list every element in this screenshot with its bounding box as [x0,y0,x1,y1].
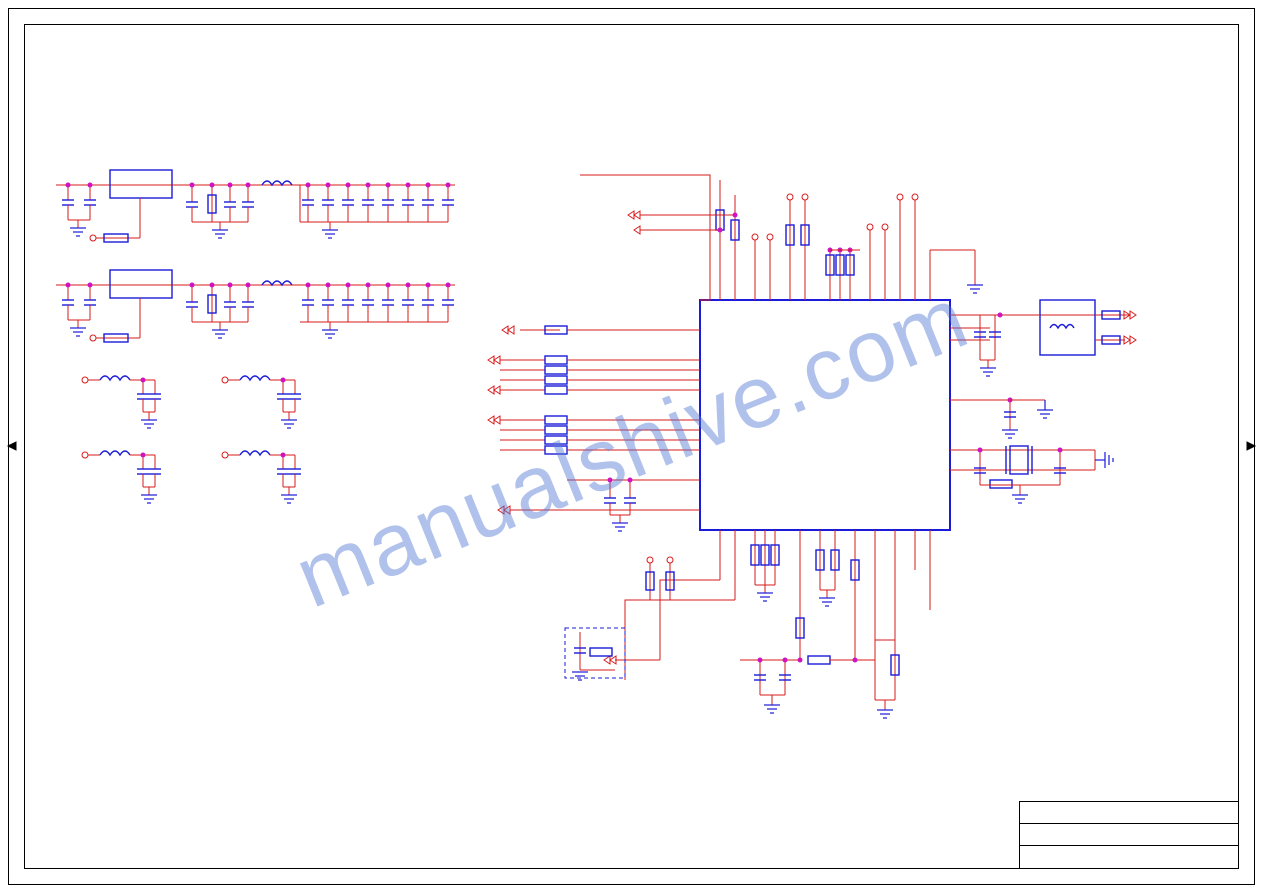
ic-top-io [580,175,983,300]
title-block [1019,801,1239,869]
cap [84,185,96,220]
title-block-row [1020,846,1238,868]
ic-left-io [488,326,700,531]
title-block-row [1020,802,1238,824]
frame-ticks [8,442,1255,450]
power-regulator-1 [56,170,455,242]
ic-right-io [950,300,1136,503]
power-regulator-2 [56,270,455,342]
misc-open-pins [646,557,700,600]
dashed-option-block [565,628,625,680]
inductor [262,181,292,185]
title-block-row [1020,824,1238,846]
decoupling-cap-bank-1 [300,185,455,238]
schematic-canvas [0,0,1263,893]
main-ic [700,300,950,530]
lc-filter-group [82,376,301,503]
cap [62,185,74,220]
